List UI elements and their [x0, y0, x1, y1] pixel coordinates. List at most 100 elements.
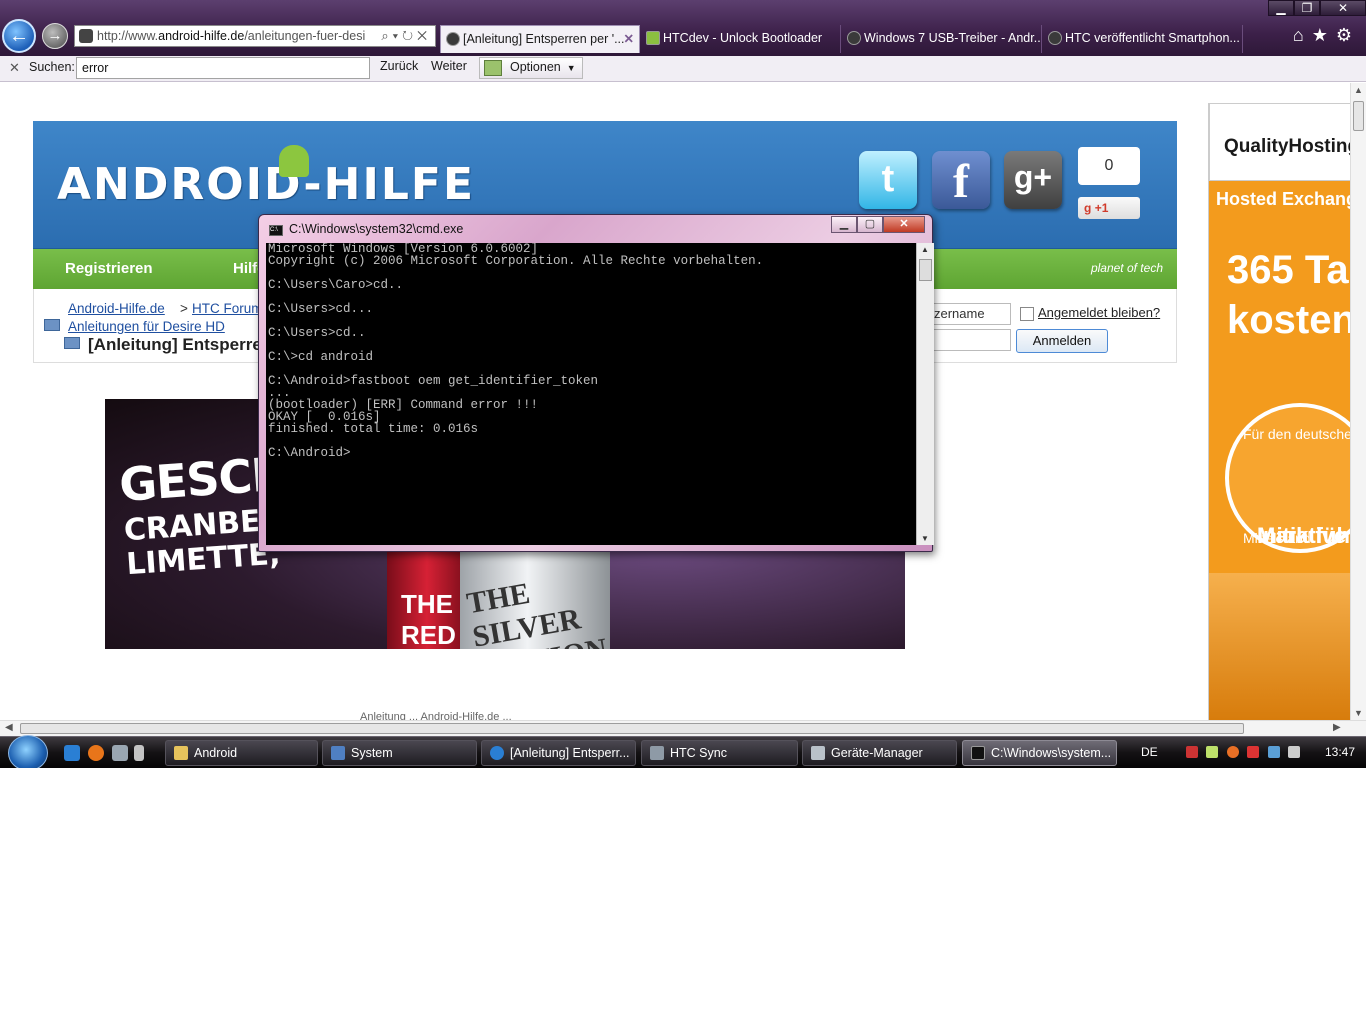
facebook-icon[interactable]: f	[932, 151, 990, 209]
site-logo-text: ANDROID-HILFE	[57, 159, 476, 210]
settings-gear-icon[interactable]: ⚙	[1336, 25, 1360, 45]
scroll-up-icon[interactable]: ▲	[1354, 85, 1363, 95]
find-input[interactable]	[76, 57, 370, 79]
side-ad-seal: Für den deutschen MarktführerInitiative …	[1225, 403, 1350, 553]
window-controls: ▁ ❐ ✕	[1268, 0, 1366, 16]
address-path: /anleitungen-fuer-desi	[244, 29, 366, 43]
start-button[interactable]	[8, 735, 48, 768]
nav-register-link[interactable]: Registrieren	[65, 260, 153, 277]
tab-anleitung[interactable]: [Anleitung] Entsperren per '... ✕	[440, 25, 640, 53]
chevron-down-icon: ▼	[566, 63, 576, 73]
cmd-console-output: Microsoft Windows [Version 6.0.6002] Copy…	[268, 243, 763, 459]
tray-close-icon[interactable]	[1186, 746, 1198, 758]
cmd-maximize-button[interactable]: ▢	[857, 216, 883, 233]
page-horizontal-scrollbar[interactable]: ◀ ▶	[0, 720, 1366, 736]
taskbar-item-cmd[interactable]: C:\Windows\system...	[962, 740, 1117, 766]
cmd-window-controls: ▁ ▢ ✕	[831, 216, 925, 233]
login-button[interactable]: Anmelden	[1016, 329, 1108, 353]
volume-icon[interactable]	[1288, 746, 1301, 758]
tab-htcdev[interactable]: HTCdev - Unlock Bootloader	[641, 25, 841, 53]
find-next-button[interactable]: Weiter	[431, 59, 467, 73]
tab-usb-treiber[interactable]: Windows 7 USB-Treiber - Andr...	[842, 25, 1042, 53]
show-desktop-icon[interactable]	[112, 745, 128, 761]
language-indicator[interactable]: DE	[1141, 745, 1158, 759]
tab-close-icon[interactable]: ✕	[624, 26, 634, 52]
scroll-right-icon[interactable]: ▶	[1333, 722, 1341, 733]
tab-favicon-icon	[646, 31, 660, 45]
forward-button[interactable]: →	[42, 23, 68, 49]
side-ad-product: Hosted Exchange	[1216, 189, 1350, 209]
seal-bottom-text: Mittelstand	[1243, 530, 1311, 546]
partner-logo[interactable]: planet of tech	[1091, 261, 1163, 275]
cmd-output-line: C:\Users>cd..	[268, 326, 366, 340]
forward-arrow-icon: →	[47, 27, 63, 44]
taskbar-item-htc-sync[interactable]: HTC Sync	[641, 740, 798, 766]
page-vertical-scrollbar[interactable]: ▲ ▼	[1350, 83, 1366, 720]
red-can-image: THE RED	[387, 539, 467, 649]
vertical-scroll-thumb[interactable]	[1353, 101, 1364, 131]
dropdown-icon[interactable]: ▾	[393, 28, 402, 43]
scroll-left-icon[interactable]: ◀	[5, 722, 13, 733]
folder-icon	[44, 319, 60, 331]
scroll-up-icon[interactable]: ▲	[921, 245, 929, 254]
taskbar-item-label: [Anleitung] Entsperr...	[510, 746, 630, 760]
remember-checkbox[interactable]	[1020, 306, 1034, 321]
taskbar-item-browser[interactable]: [Anleitung] Entsperr...	[481, 740, 636, 766]
taskbar-item-label: C:\Windows\system...	[991, 746, 1112, 760]
cmd-close-button[interactable]: ✕	[883, 216, 925, 233]
tab-htc-news[interactable]: HTC veröffentlicht Smartphon...	[1043, 25, 1243, 53]
horizontal-scroll-thumb[interactable]	[20, 723, 1244, 734]
cmd-scrollbar[interactable]: ▲ ▼	[916, 243, 934, 545]
tray-app-icon[interactable]	[1226, 746, 1239, 758]
twitter-icon[interactable]: t	[859, 151, 917, 209]
plusone-button[interactable]: g +1	[1078, 197, 1140, 219]
home-icon[interactable]: ⌂	[1293, 25, 1312, 45]
cmd-minimize-button[interactable]: ▁	[831, 216, 857, 233]
seal-top-text: Für den deutschen	[1243, 426, 1350, 442]
tray-security-icon[interactable]	[1247, 746, 1260, 758]
breadcrumb-forum-link[interactable]: HTC Forum	[192, 301, 263, 316]
scroll-down-icon[interactable]: ▼	[921, 534, 929, 543]
network-icon[interactable]	[1267, 746, 1280, 758]
cmd-scroll-thumb[interactable]	[919, 259, 932, 281]
address-tools: ⌕▾↻✕	[377, 26, 431, 46]
side-ad-brand: QualityHosting	[1224, 136, 1350, 157]
minimize-button[interactable]: ▁	[1268, 0, 1294, 16]
side-ad[interactable]: QualityHosting Hosted Exchange 365 Tage k…	[1208, 103, 1350, 720]
firefox-icon[interactable]	[88, 745, 104, 761]
taskbar-item-device-manager[interactable]: Geräte-Manager	[802, 740, 957, 766]
refresh-icon[interactable]: ↻	[402, 28, 417, 43]
taskbar-item-label: System	[351, 746, 393, 760]
cmd-window[interactable]: C:\ C:\Windows\system32\cmd.exe ▁ ▢ ✕ Mi…	[258, 214, 934, 552]
cmd-output-line: C:\>cd android	[268, 350, 374, 364]
search-icon[interactable]: ⌕	[381, 28, 392, 43]
tray-chat-icon[interactable]	[1206, 746, 1219, 758]
address-domain: android-hilfe.de	[158, 29, 245, 43]
remember-login[interactable]: Angemeldet bleiben?	[1020, 305, 1160, 321]
back-button[interactable]: ←	[2, 19, 36, 53]
find-close-icon[interactable]: ✕	[9, 60, 20, 76]
scroll-down-icon[interactable]: ▼	[1354, 708, 1363, 718]
cmd-console[interactable]: Microsoft Windows [Version 6.0.6002] Copy…	[266, 243, 916, 545]
address-bar[interactable]: http://www.android-hilfe.de/anleitungen-…	[74, 25, 436, 47]
plusone-label: +1	[1094, 201, 1109, 215]
internet-explorer-icon[interactable]	[64, 745, 80, 761]
clock[interactable]: 13:47	[1325, 745, 1355, 759]
page-footer-text: Anleitung ... Android-Hilfe.de ...	[360, 711, 512, 720]
breadcrumb-home-link[interactable]: Android-Hilfe.de	[68, 301, 165, 316]
tab-label: HTC veröffentlicht Smartphon...	[1065, 31, 1240, 45]
find-previous-button[interactable]: Zurück	[380, 59, 418, 73]
close-button[interactable]: ✕	[1320, 0, 1366, 16]
google-plus-icon[interactable]: g+	[1004, 151, 1062, 209]
find-options-button[interactable]: Optionen ▼	[479, 57, 583, 79]
favorites-star-icon[interactable]: ★	[1312, 25, 1336, 45]
taskbar-item-system[interactable]: System	[322, 740, 477, 766]
stop-icon[interactable]: ✕	[417, 28, 431, 43]
browser-titlebar: ▁ ❐ ✕ ← → http://www.android-hilfe.de/an…	[0, 0, 1366, 56]
switch-windows-icon[interactable]	[134, 745, 144, 761]
gplus-counter: 0	[1078, 147, 1140, 185]
breadcrumb-subforum-link[interactable]: Anleitungen für Desire HD	[68, 319, 225, 334]
maximize-button[interactable]: ❐	[1294, 0, 1320, 16]
site-logo[interactable]: ANDROID-HILFE	[57, 145, 476, 210]
taskbar-item-android[interactable]: Android	[165, 740, 318, 766]
